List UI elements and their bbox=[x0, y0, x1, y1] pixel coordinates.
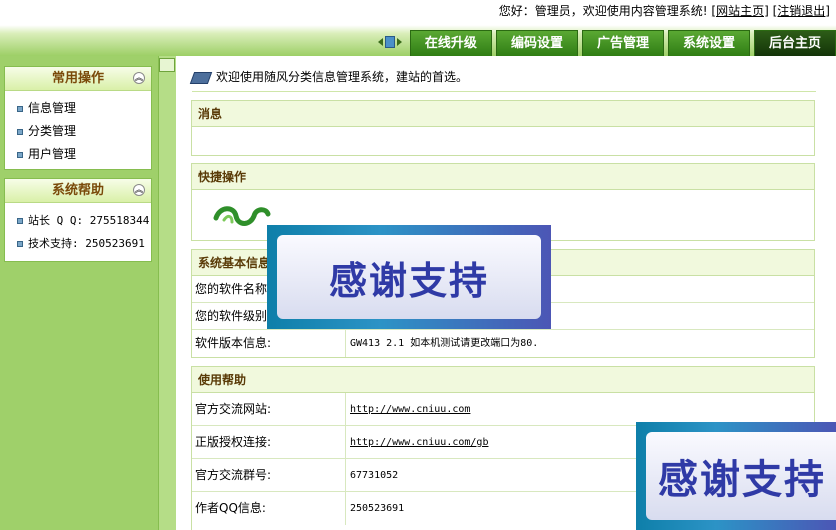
table-row: 软件版本信息: GW413 2.1 如本机测试请更改端口为80. bbox=[192, 330, 814, 357]
bullet-icon bbox=[17, 217, 23, 224]
site-home-link[interactable]: [网站主页] bbox=[711, 4, 768, 18]
banner-text: 感谢支持 bbox=[646, 432, 836, 520]
panel-title: 常用操作 bbox=[51, 71, 104, 86]
sidebar-item-user-management[interactable]: 用户管理 bbox=[17, 143, 151, 166]
bullet-icon bbox=[17, 128, 23, 135]
row-key: 官方交流群号: bbox=[192, 459, 346, 491]
top-header: 您好：管理员，欢迎使用内容管理系统! [网站主页] [注销退出] 在线升级 编码… bbox=[0, 0, 836, 56]
panel-header: 系统帮助 ︽ bbox=[5, 179, 151, 203]
row-key: 软件版本信息: bbox=[192, 330, 346, 357]
section-title: 消息 bbox=[192, 101, 814, 127]
greeting-text: 您好：管理员，欢迎使用内容管理系统! bbox=[498, 4, 708, 18]
bullet-icon bbox=[17, 105, 23, 112]
row-value: GW413 2.1 如本机测试请更改端口为80. bbox=[350, 338, 539, 349]
panel-common-ops: 常用操作 ︽ 信息管理 分类管理 用户管理 bbox=[4, 66, 152, 170]
sidebar-item-label: 分类管理 bbox=[28, 124, 77, 138]
bullet-icon bbox=[17, 240, 23, 247]
sidebar-splitter[interactable] bbox=[158, 56, 176, 530]
messages-section: 消息 bbox=[191, 100, 815, 156]
tab-scroll-arrows-icon[interactable] bbox=[377, 35, 404, 49]
panel-title: 系统帮助 bbox=[51, 183, 104, 198]
row-key: 正版授权连接: bbox=[192, 426, 346, 458]
sidebar-item-info-management[interactable]: 信息管理 bbox=[17, 97, 151, 120]
sidebar-item-category-management[interactable]: 分类管理 bbox=[17, 120, 151, 143]
panel-header: 常用操作 ︽ bbox=[5, 67, 151, 91]
sidebar-item-label: 技术支持: 250523691 bbox=[28, 237, 145, 250]
sidebar: 常用操作 ︽ 信息管理 分类管理 用户管理 系统帮助 ︽ 站长 Q Q: 275… bbox=[0, 56, 158, 530]
section-title: 使用帮助 bbox=[192, 367, 814, 393]
thanks-banner: 感谢支持 bbox=[267, 225, 551, 329]
license-link[interactable]: http://www.cniuu.com/gb bbox=[350, 437, 488, 448]
sidebar-item-tech-support: 技术支持: 250523691 bbox=[17, 232, 151, 255]
welcome-text: 欢迎使用随风分类信息管理系统，建站的首选。 bbox=[216, 70, 469, 84]
sidebar-toggle-icon[interactable] bbox=[159, 58, 175, 72]
tab-online-upgrade[interactable]: 在线升级 bbox=[409, 30, 492, 56]
sidebar-item-label: 信息管理 bbox=[28, 101, 77, 115]
sidebar-item-label: 站长 Q Q: 275518344 bbox=[28, 214, 150, 227]
tab-admin-home[interactable]: 后台主页 bbox=[753, 30, 836, 56]
tab-ad-management[interactable]: 广告管理 bbox=[581, 30, 664, 56]
official-site-link[interactable]: http://www.cniuu.com bbox=[350, 404, 470, 415]
sidebar-item-webmaster-qq: 站长 Q Q: 275518344 bbox=[17, 209, 151, 232]
tab-system-settings[interactable]: 系统设置 bbox=[667, 30, 750, 56]
collapse-icon[interactable]: ︽ bbox=[133, 184, 145, 196]
bullet-icon bbox=[17, 151, 23, 158]
thanks-banner: 感谢支持 bbox=[636, 422, 836, 530]
row-value: http://www.cniuu.com bbox=[346, 393, 814, 425]
tab-encoding-settings[interactable]: 编码设置 bbox=[495, 30, 578, 56]
row-key: 作者QQ信息: bbox=[192, 492, 346, 525]
logout-link[interactable]: [注销退出] bbox=[773, 4, 830, 18]
greeting-bar: 您好：管理员，欢迎使用内容管理系统! [网站主页] [注销退出] bbox=[499, 2, 830, 19]
main-nav-tabs: 在线升级 编码设置 广告管理 系统设置 后台主页 bbox=[377, 28, 836, 56]
row-key: 官方交流网站: bbox=[192, 393, 346, 425]
banner-text: 感谢支持 bbox=[277, 235, 541, 319]
section-title: 快捷操作 bbox=[192, 164, 814, 190]
sidebar-item-label: 用户管理 bbox=[28, 147, 77, 161]
book-icon bbox=[189, 71, 213, 84]
collapse-icon[interactable]: ︽ bbox=[133, 72, 145, 84]
welcome-bar: 欢迎使用随风分类信息管理系统，建站的首选。 bbox=[189, 66, 816, 92]
panel-system-help: 系统帮助 ︽ 站长 Q Q: 275518344 技术支持: 250523691 bbox=[4, 178, 152, 262]
